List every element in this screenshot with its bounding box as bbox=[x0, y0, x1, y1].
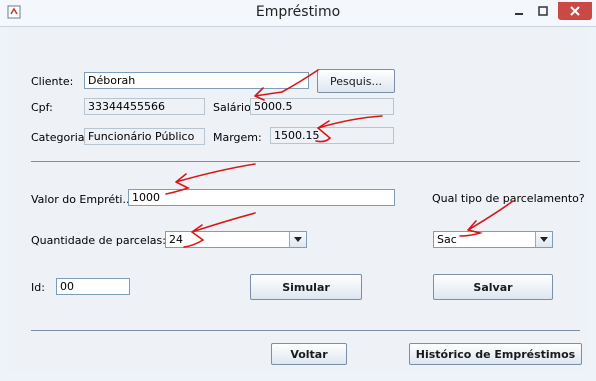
close-button[interactable] bbox=[558, 2, 592, 20]
categoria-label: Categoria: bbox=[31, 131, 89, 144]
footer-divider bbox=[31, 330, 580, 331]
minimize-icon bbox=[515, 13, 523, 15]
salario-field: 5000.5 bbox=[250, 98, 394, 115]
cliente-label: Cliente: bbox=[31, 75, 74, 88]
categoria-field: Funcionário Público bbox=[84, 128, 205, 145]
parcelamento-select[interactable]: Sac bbox=[433, 231, 553, 248]
id-input[interactable]: 00 bbox=[56, 278, 130, 295]
voltar-button[interactable]: Voltar bbox=[271, 343, 347, 365]
cpf-label: Cpf: bbox=[31, 101, 53, 114]
salario-label: Salário: bbox=[213, 101, 255, 114]
minimize-button[interactable] bbox=[506, 2, 532, 20]
parcelas-label: Quantidade de parcelas: bbox=[31, 234, 166, 247]
id-label: Id: bbox=[31, 281, 45, 294]
close-icon bbox=[570, 6, 580, 16]
historico-button[interactable]: Histórico de Empréstimos bbox=[409, 343, 582, 365]
margem-field: 1500.15 bbox=[270, 127, 394, 144]
dropdown-arrow-icon[interactable] bbox=[535, 232, 552, 247]
parcelas-selected-value: 24 bbox=[169, 233, 183, 246]
parcelamento-selected-value: Sac bbox=[437, 233, 457, 246]
cliente-input[interactable]: Déborah bbox=[84, 72, 309, 89]
margem-label: Margem: bbox=[213, 131, 262, 144]
maximize-icon bbox=[538, 6, 548, 16]
maximize-button[interactable] bbox=[530, 2, 556, 20]
simular-button[interactable]: Simular bbox=[250, 274, 362, 300]
salvar-button[interactable]: Salvar bbox=[433, 274, 553, 300]
dropdown-arrow-icon[interactable] bbox=[289, 232, 306, 247]
section-divider bbox=[31, 161, 580, 162]
parcelamento-label: Qual tipo de parcelamento? bbox=[432, 192, 585, 205]
pesquisar-button[interactable]: Pesquis... bbox=[317, 69, 395, 93]
parcelas-select[interactable]: 24 bbox=[165, 231, 307, 248]
valor-label: Valor do Empréti... bbox=[31, 193, 133, 206]
title-bar: Empréstimo bbox=[0, 0, 596, 27]
valor-input[interactable]: 1000 bbox=[128, 189, 395, 206]
cpf-field: 33344455566 bbox=[84, 98, 205, 115]
